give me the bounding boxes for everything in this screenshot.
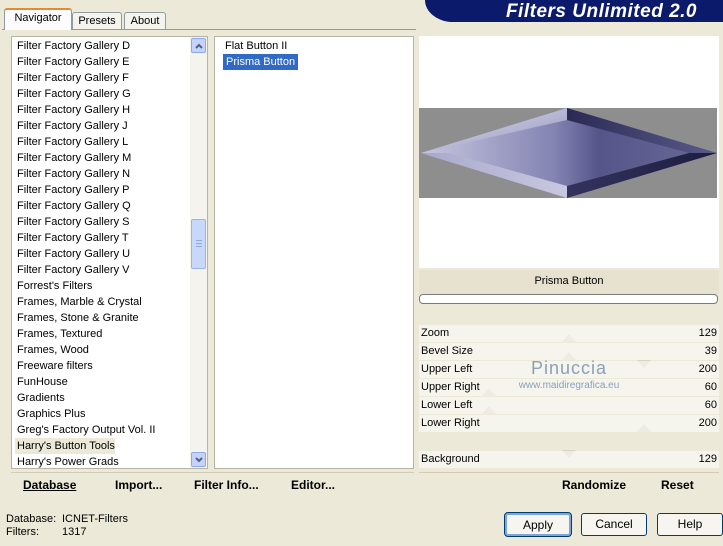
reset-button[interactable]: Reset (661, 473, 694, 497)
category-item[interactable]: Graphics Plus (15, 406, 85, 422)
category-item[interactable]: Filter Factory Gallery U (15, 246, 130, 262)
title-banner: Filters Unlimited 2.0 (425, 0, 723, 22)
category-item[interactable]: Filter Factory Gallery J (15, 118, 128, 134)
category-item[interactable]: Filter Factory Gallery G (15, 86, 131, 102)
param-label: Zoom (421, 327, 450, 339)
tab-presets[interactable]: Presets (72, 12, 122, 29)
category-item[interactable]: Gradients (15, 390, 65, 406)
category-item[interactable]: Filter Factory Gallery L (15, 134, 128, 150)
category-item[interactable]: Frames, Marble & Crystal (15, 294, 142, 310)
category-item[interactable]: Frames, Textured (15, 326, 102, 342)
tab-about[interactable]: About (124, 12, 166, 29)
chevron-down-icon (195, 457, 203, 463)
param-label: Lower Left (421, 399, 473, 411)
scroll-thumb[interactable] (191, 219, 206, 269)
preview-pane (419, 36, 719, 268)
status-database-value: ICNET-Filters (62, 513, 128, 525)
filter-item[interactable]: Flat Button II (223, 38, 287, 54)
tab-label: Presets (78, 15, 116, 27)
param-value: 129 (698, 327, 717, 339)
randomize-button[interactable]: Randomize (562, 473, 626, 497)
param-slider-background[interactable]: Background 129 (419, 450, 719, 469)
scroll-down-button[interactable] (191, 452, 206, 467)
param-label: Bevel Size (421, 345, 473, 357)
category-item[interactable]: Filter Factory Gallery E (15, 54, 129, 70)
category-item[interactable]: Harry's Button Tools (15, 438, 115, 454)
param-label: Lower Right (421, 417, 480, 429)
category-list[interactable]: Filter Factory Gallery D Filter Factory G… (11, 36, 208, 469)
navigator-button-bar: Database Import... Filter Info... Editor… (11, 472, 414, 497)
chevron-up-icon (195, 43, 203, 49)
tab-label: About (130, 15, 160, 27)
tab-label: Navigator (14, 12, 62, 24)
param-value: 39 (704, 345, 717, 357)
apply-button[interactable]: Apply (504, 512, 572, 537)
editor-button[interactable]: Editor... (291, 473, 335, 497)
help-button[interactable]: Help (657, 513, 723, 536)
cancel-button[interactable]: Cancel (581, 513, 647, 536)
preview-filter-name: Prisma Button (534, 275, 604, 287)
database-button[interactable]: Database (23, 473, 76, 497)
category-item[interactable]: Filter Factory Gallery Q (15, 198, 131, 214)
status-database-label: Database: (6, 513, 57, 525)
category-item[interactable]: Filter Factory Gallery P (15, 182, 129, 198)
watermark-name: Pinuccia (530, 358, 608, 378)
filter-item[interactable]: Prisma Button (223, 54, 299, 70)
param-value: 60 (704, 399, 717, 411)
tab-navigator[interactable]: Navigator (4, 8, 72, 30)
preview-name-bar: Prisma Button (419, 270, 719, 294)
progress-bar (419, 294, 718, 304)
category-item[interactable]: Filter Factory Gallery D (15, 38, 130, 54)
param-label: Background (421, 453, 480, 465)
filter-button-bar: Randomize Reset (419, 472, 719, 497)
category-item[interactable]: Forrest's Filters (15, 278, 92, 294)
category-item[interactable]: Filter Factory Gallery H (15, 102, 130, 118)
status-filters-label: Filters: (6, 526, 39, 538)
import-button[interactable]: Import... (115, 473, 162, 497)
filter-list[interactable]: Flat Button II Prisma Button (214, 36, 414, 469)
category-item[interactable]: Harry's Power Grads (15, 454, 119, 468)
param-value: 200 (698, 417, 717, 429)
category-item[interactable]: Filter Factory Gallery F (15, 70, 129, 86)
category-item[interactable]: Filter Factory Gallery V (15, 262, 129, 278)
category-scrollbar[interactable] (190, 37, 207, 468)
param-value: 129 (698, 453, 717, 465)
category-item[interactable]: FunHouse (15, 374, 68, 390)
preview-image (419, 108, 717, 198)
status-filters-value: 1317 (62, 526, 87, 538)
category-item[interactable]: Freeware filters (15, 358, 93, 374)
category-item[interactable]: Filter Factory Gallery N (15, 166, 130, 182)
param-slider-lower-right[interactable]: Lower Right 200 (419, 415, 719, 433)
param-slider-zoom[interactable]: Zoom 129 (419, 325, 719, 343)
scroll-up-button[interactable] (191, 38, 206, 53)
banner-title: Filters Unlimited 2.0 (505, 1, 697, 22)
category-item[interactable]: Filter Factory Gallery S (15, 214, 129, 230)
category-item[interactable]: Frames, Wood (15, 342, 89, 358)
category-item[interactable]: Greg's Factory Output Vol. II (15, 422, 155, 438)
category-item[interactable]: Filter Factory Gallery T (15, 230, 129, 246)
category-item[interactable]: Frames, Stone & Granite (15, 310, 139, 326)
param-slider-lower-left[interactable]: Lower Left 60 (419, 397, 719, 415)
filter-info-button[interactable]: Filter Info... (194, 473, 259, 497)
category-item[interactable]: Filter Factory Gallery M (15, 150, 131, 166)
watermark-url: www.maidiregrafica.eu (518, 380, 620, 391)
